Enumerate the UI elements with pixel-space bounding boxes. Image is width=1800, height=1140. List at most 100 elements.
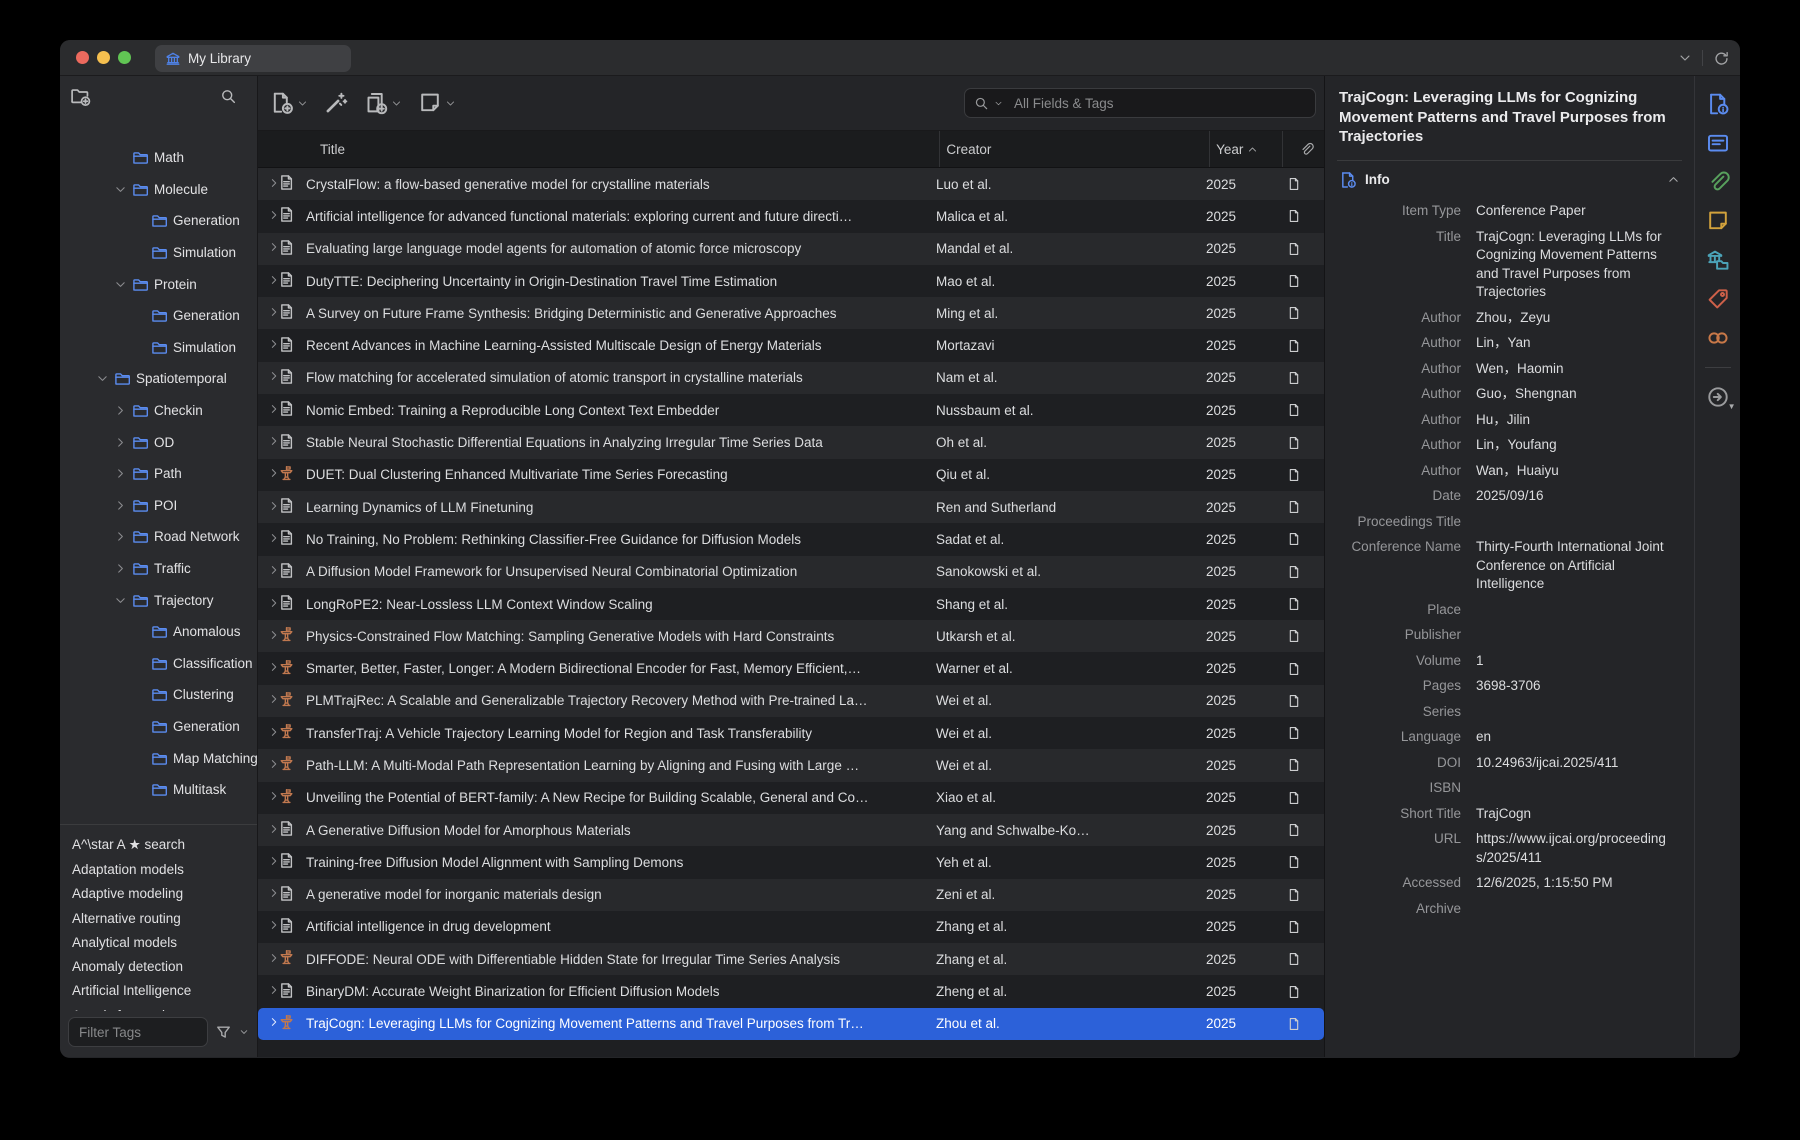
field-value-publisher[interactable]: [1476, 623, 1668, 649]
field-value-series[interactable]: [1476, 699, 1668, 725]
table-row[interactable]: Recent Advances in Machine Learning-Assi…: [258, 329, 1324, 361]
field-value-pages[interactable]: 3698-3706: [1476, 674, 1668, 700]
collection-molecule[interactable]: Molecule: [60, 174, 257, 206]
tag-item[interactable]: Analytical models: [72, 930, 257, 954]
info-section-header[interactable]: Info: [1337, 161, 1682, 199]
table-row[interactable]: DIFFODE: Neural ODE with Differentiable …: [258, 943, 1324, 975]
notes-icon[interactable]: [1706, 209, 1730, 233]
collection-map-matching[interactable]: Map Matching: [60, 742, 257, 774]
new-item-button[interactable]: [270, 91, 308, 115]
chevron-down-icon[interactable]: [114, 594, 127, 607]
table-row[interactable]: Unveiling the Potential of BERT-family: …: [258, 782, 1324, 814]
tag-filter-caret-icon[interactable]: [239, 1027, 249, 1037]
sync-icon[interactable]: [1713, 50, 1730, 67]
collection-od[interactable]: OD: [60, 426, 257, 458]
table-row[interactable]: Physics-Constrained Flow Matching: Sampl…: [258, 620, 1324, 652]
column-header-title[interactable]: Title: [314, 131, 939, 167]
field-value-date[interactable]: 2025/09/16: [1476, 484, 1668, 510]
collection-anomalous[interactable]: Anomalous: [60, 616, 257, 648]
collection-generation[interactable]: Generation: [60, 711, 257, 743]
table-row[interactable]: Smarter, Better, Faster, Longer: A Moder…: [258, 652, 1324, 684]
collection-protein[interactable]: Protein: [60, 268, 257, 300]
new-note-button[interactable]: [418, 91, 456, 115]
collection-math[interactable]: Math: [60, 142, 257, 174]
collection-simulation[interactable]: Simulation: [60, 332, 257, 364]
abstract-icon[interactable]: [1706, 131, 1730, 155]
table-row[interactable]: A Generative Diffusion Model for Amorpho…: [258, 814, 1324, 846]
collection-clustering[interactable]: Clustering: [60, 679, 257, 711]
chevron-down-icon[interactable]: [114, 278, 127, 291]
field-value-archive[interactable]: [1476, 896, 1668, 922]
collection-traffic[interactable]: Traffic: [60, 553, 257, 585]
collection-generation[interactable]: Generation: [60, 300, 257, 332]
locate-icon[interactable]: ▼: [1706, 385, 1730, 409]
chevron-right-icon[interactable]: [114, 436, 127, 449]
collection-poi[interactable]: POI: [60, 490, 257, 522]
field-value-language[interactable]: en: [1476, 725, 1668, 751]
tag-item[interactable]: Anomaly detection: [72, 954, 257, 978]
collection-path[interactable]: Path: [60, 458, 257, 490]
search-scope-caret-icon[interactable]: [994, 99, 1003, 108]
tag-filter-funnel-icon[interactable]: [215, 1024, 232, 1041]
tag-item[interactable]: Artificial Intelligence: [72, 979, 257, 1003]
item-info-icon[interactable]: [1706, 92, 1730, 116]
table-row[interactable]: Nomic Embed: Training a Reproducible Lon…: [258, 394, 1324, 426]
tag-item[interactable]: Adaptation models: [72, 857, 257, 881]
field-value-url[interactable]: https://www.ijcai.org/proceedings/2025/4…: [1476, 827, 1668, 871]
close-window-button[interactable]: [76, 51, 89, 64]
collections-search-icon[interactable]: [220, 88, 237, 105]
maximize-window-button[interactable]: [118, 51, 131, 64]
libraries-collections-icon[interactable]: [1706, 248, 1730, 272]
chevron-down-icon[interactable]: [96, 372, 109, 385]
table-row[interactable]: Stable Neural Stochastic Differential Eq…: [258, 426, 1324, 458]
table-row[interactable]: Artificial intelligence in drug developm…: [258, 911, 1324, 943]
table-row[interactable]: PLMTrajRec: A Scalable and Generalizable…: [258, 685, 1324, 717]
tag-item[interactable]: Alternative routing: [72, 906, 257, 930]
collection-multitask[interactable]: Multitask: [60, 774, 257, 806]
chevron-right-icon[interactable]: [114, 530, 127, 543]
tag-item[interactable]: A^\star A ★ search: [72, 833, 257, 857]
attachments-icon[interactable]: [1706, 170, 1730, 194]
tag-item[interactable]: Atomic force microscopy: [72, 1003, 257, 1011]
new-attachment-button[interactable]: [364, 91, 402, 115]
table-row[interactable]: TransferTraj: A Vehicle Trajectory Learn…: [258, 717, 1324, 749]
add-by-identifier-button[interactable]: [324, 91, 348, 115]
column-header-creator[interactable]: Creator: [939, 131, 1209, 167]
library-tab[interactable]: My Library: [155, 45, 351, 72]
table-row[interactable]: DutyTTE: Deciphering Uncertainty in Orig…: [258, 265, 1324, 297]
table-row[interactable]: DUET: Dual Clustering Enhanced Multivari…: [258, 459, 1324, 491]
tags-icon[interactable]: [1706, 287, 1730, 311]
field-value-short-title[interactable]: TrajCogn: [1476, 801, 1668, 827]
table-row[interactable]: CrystalFlow: a flow-based generative mod…: [258, 168, 1324, 200]
field-value-conference-name[interactable]: Thirty-Fourth International Joint Confer…: [1476, 535, 1668, 598]
table-row[interactable]: Flow matching for accelerated simulation…: [258, 362, 1324, 394]
filter-tags-input[interactable]: [68, 1017, 208, 1047]
chevron-right-icon[interactable]: [114, 467, 127, 480]
table-row-selected[interactable]: TrajCogn: Leveraging LLMs for Cognizing …: [258, 1008, 1324, 1040]
collection-classification[interactable]: Classification: [60, 648, 257, 680]
related-icon[interactable]: [1706, 326, 1730, 350]
chevron-right-icon[interactable]: [114, 404, 127, 417]
table-row[interactable]: Learning Dynamics of LLM FinetuningRen a…: [258, 491, 1324, 523]
collection-simulation[interactable]: Simulation: [60, 237, 257, 269]
collection-generation[interactable]: Generation: [60, 205, 257, 237]
chevron-right-icon[interactable]: [114, 562, 127, 575]
field-value-author[interactable]: Lin，Youfang: [1476, 433, 1668, 459]
field-value-accessed[interactable]: 12/6/2025, 1:15:50 PM: [1476, 871, 1668, 897]
field-value-author[interactable]: Wan，Huaiyu: [1476, 458, 1668, 484]
tag-item[interactable]: Adaptive modeling: [72, 882, 257, 906]
collection-road-network[interactable]: Road Network: [60, 521, 257, 553]
collection-spatiotemporal[interactable]: Spatiotemporal: [60, 363, 257, 395]
field-value-isbn[interactable]: [1476, 776, 1668, 802]
field-value-doi[interactable]: 10.24963/ijcai.2025/411: [1476, 750, 1668, 776]
field-value-volume[interactable]: 1: [1476, 648, 1668, 674]
table-row[interactable]: Training-free Diffusion Model Alignment …: [258, 846, 1324, 878]
table-row[interactable]: BinaryDM: Accurate Weight Binarization f…: [258, 975, 1324, 1007]
chevron-right-icon[interactable]: [114, 499, 127, 512]
table-row[interactable]: Artificial intelligence for advanced fun…: [258, 200, 1324, 232]
collection-trajectory[interactable]: Trajectory: [60, 584, 257, 616]
column-header-year[interactable]: Year: [1209, 131, 1282, 167]
field-value-author[interactable]: Hu，Jilin: [1476, 407, 1668, 433]
table-row[interactable]: Path-LLM: A Multi-Modal Path Representat…: [258, 749, 1324, 781]
field-value-author[interactable]: Zhou，Zeyu: [1476, 305, 1668, 331]
